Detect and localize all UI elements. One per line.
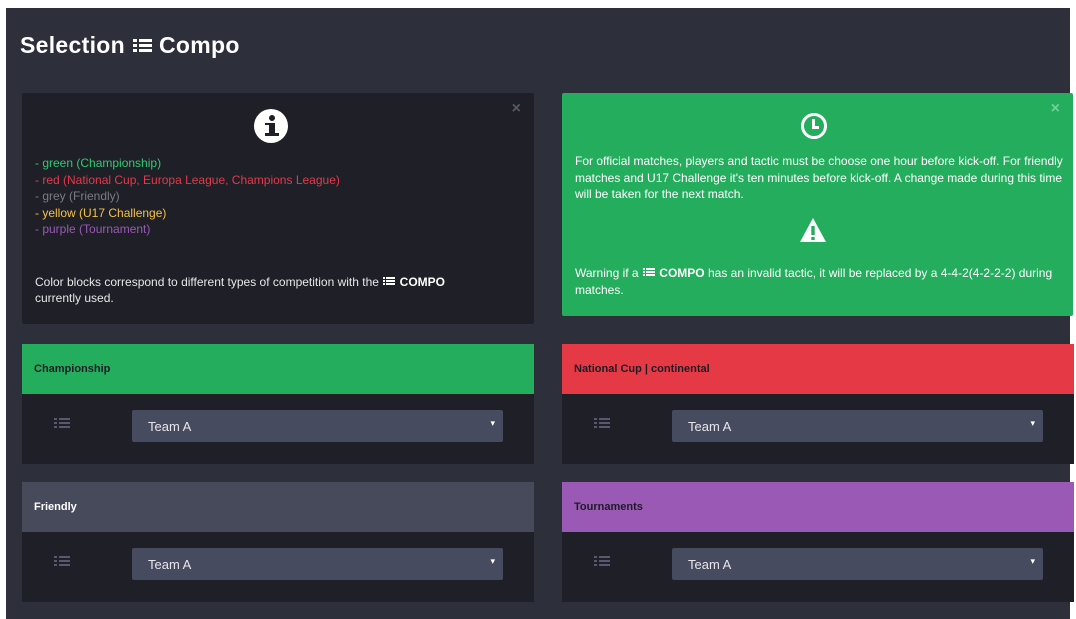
national-cup-body: Team A ▾ bbox=[562, 394, 1074, 464]
page-title-suffix: Compo bbox=[158, 32, 240, 58]
caret-down-icon: ▾ bbox=[1030, 556, 1035, 566]
warning-text: Warning if a COMPO has an invalid tactic… bbox=[575, 265, 1065, 298]
national-cup-compo-select[interactable]: Team A ▾ bbox=[672, 410, 1043, 442]
info-close-button[interactable]: × bbox=[512, 101, 521, 117]
national-cup-selected-value: Team A bbox=[688, 419, 732, 434]
list-icon bbox=[132, 38, 152, 54]
warning-text-start: Warning if a bbox=[575, 266, 639, 280]
national-cup-title: National Cup | continental bbox=[574, 363, 710, 375]
info-icon bbox=[254, 109, 288, 143]
friendly-header: Friendly bbox=[22, 482, 534, 532]
rules-close-button[interactable]: × bbox=[1051, 101, 1060, 117]
tournaments-card: Tournaments Team A ▾ bbox=[562, 482, 1074, 602]
national-cup-card: National Cup | continental Team A ▾ bbox=[562, 344, 1074, 464]
championship-card: Championship Team A ▾ bbox=[22, 344, 534, 464]
rules-text: For official matches, players and tactic… bbox=[575, 154, 1063, 201]
tournaments-title: Tournaments bbox=[574, 501, 643, 513]
list-icon[interactable] bbox=[594, 418, 610, 429]
list-icon[interactable] bbox=[54, 556, 70, 567]
list-icon[interactable] bbox=[54, 418, 70, 429]
page-title: Selection Compo bbox=[20, 32, 240, 59]
tournaments-compo-select[interactable]: Team A ▾ bbox=[672, 548, 1043, 580]
friendly-compo-select[interactable]: Team A ▾ bbox=[132, 548, 503, 580]
info-note-text: Color blocks correspond to different typ… bbox=[35, 275, 379, 289]
championship-body: Team A ▾ bbox=[22, 394, 534, 464]
info-note-end: currently used. bbox=[35, 291, 114, 305]
national-cup-header: National Cup | continental bbox=[562, 344, 1074, 394]
legend-item-purple: - purple (Tournament) bbox=[35, 222, 151, 236]
championship-header: Championship bbox=[22, 344, 534, 394]
tournaments-header: Tournaments bbox=[562, 482, 1074, 532]
friendly-selected-value: Team A bbox=[148, 557, 192, 572]
friendly-title: Friendly bbox=[34, 501, 77, 513]
tournaments-selected-value: Team A bbox=[688, 557, 732, 572]
championship-compo-select[interactable]: Team A ▾ bbox=[132, 410, 503, 442]
championship-selected-value: Team A bbox=[148, 419, 192, 434]
info-note: Color blocks correspond to different typ… bbox=[35, 274, 475, 306]
color-legend: - green (Championship) - red (National C… bbox=[35, 155, 340, 238]
caret-down-icon: ▾ bbox=[490, 556, 495, 566]
friendly-card: Friendly Team A ▾ bbox=[22, 482, 534, 602]
info-panel: × - green (Championship) - red (National… bbox=[22, 93, 534, 324]
page: Selection Compo × - green (Championship)… bbox=[6, 8, 1074, 619]
page-title-prefix: Selection bbox=[20, 32, 125, 58]
friendly-body: Team A ▾ bbox=[22, 532, 534, 602]
info-note-compo: COMPO bbox=[399, 275, 445, 289]
legend-item-red: - red (National Cup, Europa League, Cham… bbox=[35, 172, 340, 187]
list-icon[interactable] bbox=[594, 556, 610, 567]
championship-title: Championship bbox=[34, 363, 111, 375]
legend-item-yellow: - yellow (U17 Challenge) bbox=[35, 205, 167, 220]
tournaments-body: Team A ▾ bbox=[562, 532, 1074, 602]
clock-icon bbox=[801, 113, 827, 139]
warning-text-compo: COMPO bbox=[659, 266, 705, 280]
list-icon bbox=[383, 277, 396, 286]
caret-down-icon: ▾ bbox=[1030, 418, 1035, 428]
legend-item-grey: - grey (Friendly) bbox=[35, 189, 120, 203]
rules-panel: × For official matches, players and tact… bbox=[562, 93, 1073, 316]
caret-down-icon: ▾ bbox=[490, 418, 495, 428]
legend-item-green: - green (Championship) bbox=[35, 156, 162, 170]
list-icon bbox=[642, 268, 655, 277]
warning-icon bbox=[800, 218, 826, 242]
